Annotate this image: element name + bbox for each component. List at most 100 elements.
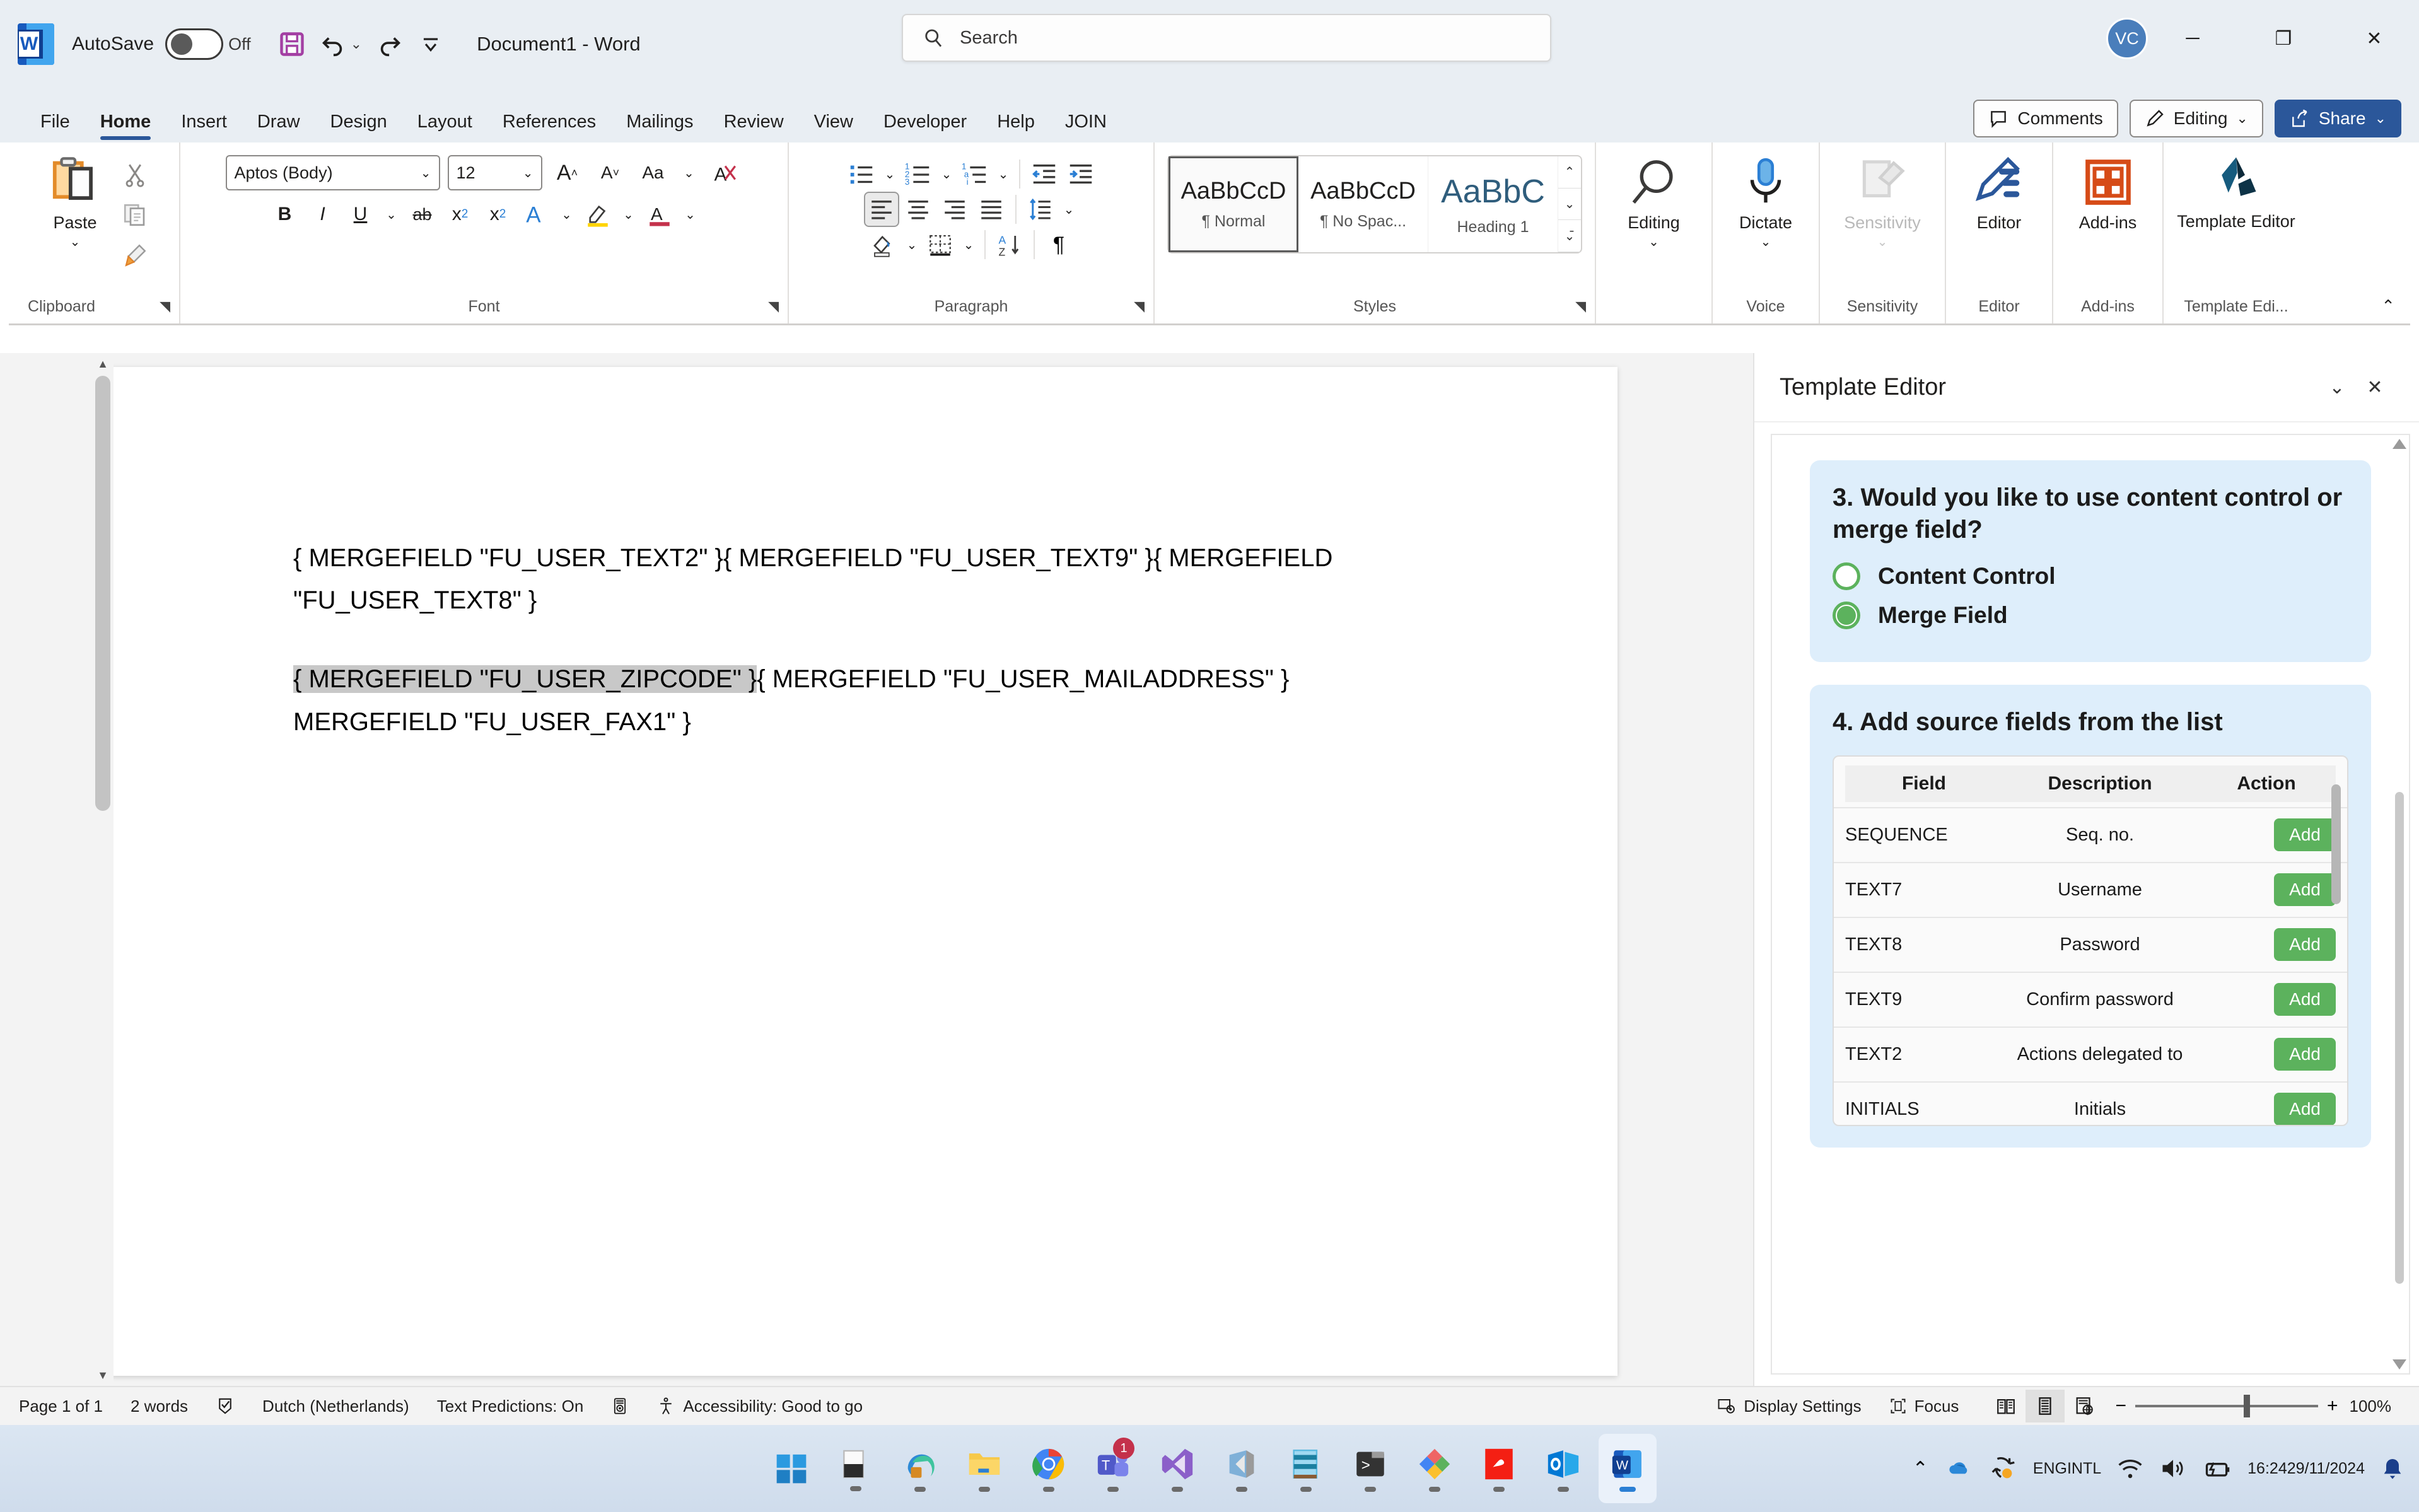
tab-insert[interactable]: Insert [166, 112, 242, 142]
add-field-button[interactable]: Add [2274, 818, 2336, 852]
zoom-knob[interactable] [2243, 1395, 2250, 1417]
read-mode-button[interactable] [1986, 1390, 2026, 1422]
scrollbar-thumb[interactable] [95, 376, 110, 811]
proofing-icon[interactable] [216, 1396, 235, 1416]
display-settings-button[interactable]: Display Settings [1717, 1397, 1862, 1416]
clock[interactable]: 16:24 29/11/2024 [2247, 1458, 2365, 1479]
table-scrollbar[interactable] [2329, 771, 2342, 1116]
font-dialog-launcher-icon[interactable]: ◥ [768, 298, 779, 315]
pdf-reader-icon[interactable] [1470, 1434, 1528, 1503]
microsoft-outlook-icon[interactable] [1534, 1434, 1592, 1503]
bullets-icon[interactable] [844, 156, 879, 192]
undo-icon[interactable] [313, 25, 352, 64]
change-case-button[interactable]: Aa [636, 155, 671, 190]
tab-mailings[interactable]: Mailings [611, 112, 708, 142]
scroll-down-icon[interactable]: ▼ [92, 1364, 114, 1386]
windows-terminal-icon[interactable]: > [1341, 1434, 1399, 1503]
language-indicator[interactable]: ENG INTL [2033, 1460, 2101, 1478]
visual-studio-code-icon[interactable] [1213, 1434, 1271, 1503]
chevron-down-icon[interactable]: ⌄ [1761, 234, 1771, 250]
multilevel-list-icon[interactable]: 1ai [957, 156, 993, 192]
task-pane-scroll-up-icon[interactable] [2393, 439, 2406, 449]
styles-gallery-scrollbar[interactable]: ⌃ ⌄ ⌄̄ [1558, 156, 1581, 253]
chevron-down-icon[interactable]: ⌄ [556, 197, 578, 232]
table-scrollbar-thumb[interactable] [2331, 784, 2341, 904]
sort-icon[interactable]: AZ [992, 227, 1027, 262]
tab-help[interactable]: Help [982, 112, 1050, 142]
tab-design[interactable]: Design [315, 112, 402, 142]
editing-mode-button[interactable]: Editing ⌄ [2129, 100, 2263, 137]
print-layout-button[interactable] [2026, 1390, 2065, 1422]
zoom-level-label[interactable]: 100% [2350, 1397, 2392, 1416]
chevron-down-icon[interactable]: ⌄ [70, 234, 81, 250]
zoom-out-button[interactable]: − [2115, 1395, 2126, 1417]
dictate-button[interactable]: Dictate ⌄ [1725, 151, 1807, 250]
task-pane-scroll-down-icon[interactable] [2393, 1359, 2406, 1370]
page-number-status[interactable]: Page 1 of 1 [19, 1397, 103, 1416]
chevron-down-icon[interactable]: ⌄ [679, 155, 700, 190]
tab-view[interactable]: View [799, 112, 868, 142]
style-normal[interactable]: AaBbCcD ¶ Normal [1169, 156, 1298, 252]
font-name-combobox[interactable]: Aptos (Body) ⌄ [225, 155, 440, 190]
add-field-button[interactable]: Add [2274, 873, 2336, 907]
font-size-combobox[interactable]: 12 ⌄ [447, 155, 542, 190]
strikethrough-button[interactable]: ab [405, 197, 440, 232]
document-text[interactable]: { MERGEFIELD "FU_USER_TEXT2" }{ MERGEFIE… [110, 367, 1618, 743]
paragraph-dialog-launcher-icon[interactable]: ◥ [1134, 298, 1145, 315]
maximize-button[interactable]: ❐ [2249, 19, 2318, 58]
minimize-button[interactable]: ─ [2158, 19, 2227, 58]
avatar[interactable]: VC [2106, 18, 2148, 59]
focus-button[interactable]: Focus [1889, 1397, 1959, 1416]
editing-find-button[interactable]: Editing ⌄ [1613, 151, 1695, 250]
undo-dropdown-icon[interactable]: ⌄ [351, 36, 362, 52]
battery-icon[interactable] [2202, 1455, 2232, 1482]
tab-draw[interactable]: Draw [242, 112, 315, 142]
chevron-down-icon[interactable]: ⌄ [618, 197, 639, 232]
document-vertical-scrollbar[interactable]: ▲ ▼ [92, 353, 114, 1386]
visual-studio-icon[interactable] [1148, 1434, 1206, 1503]
styles-scroll-down-icon[interactable]: ⌄ [1558, 189, 1581, 221]
comments-button[interactable]: Comments [1973, 100, 2118, 137]
addins-button[interactable]: Add-ins [2067, 151, 2149, 233]
document-page[interactable]: { MERGEFIELD "FU_USER_TEXT2" }{ MERGEFIE… [110, 367, 1618, 1376]
wifi-icon[interactable] [2116, 1455, 2144, 1482]
format-painter-icon[interactable] [116, 237, 154, 274]
file-explorer-icon[interactable] [955, 1434, 1013, 1503]
add-field-button[interactable]: Add [2274, 983, 2336, 1016]
italic-button[interactable]: I [305, 197, 341, 232]
word-count-status[interactable]: 2 words [131, 1397, 188, 1416]
app-icon[interactable] [1406, 1434, 1464, 1503]
tab-references[interactable]: References [487, 112, 611, 142]
tab-review[interactable]: Review [709, 112, 799, 142]
chevron-down-icon[interactable]: ⌄ [381, 197, 402, 232]
clear-formatting-icon[interactable]: A [708, 155, 743, 190]
borders-icon[interactable] [923, 227, 958, 262]
microsoft-teams-icon[interactable]: T 1 [1084, 1434, 1142, 1503]
subscript-button[interactable]: x2 [443, 197, 478, 232]
styles-dialog-launcher-icon[interactable]: ◥ [1575, 298, 1586, 315]
customize-quick-access-toolbar-icon[interactable] [411, 25, 450, 64]
web-layout-button[interactable] [2065, 1390, 2104, 1422]
cut-icon[interactable] [116, 156, 154, 193]
line-spacing-icon[interactable] [1023, 192, 1058, 227]
zoom-slider[interactable]: − + [2115, 1395, 2338, 1417]
shrink-font-button[interactable]: A ˅ [593, 155, 628, 190]
font-color-icon[interactable]: A [642, 197, 677, 232]
share-button[interactable]: Share ⌄ [2274, 100, 2401, 137]
collapse-ribbon-icon[interactable]: ⌃ [2381, 296, 2395, 316]
style-no-spacing[interactable]: AaBbCcD ¶ No Spac... [1298, 156, 1428, 252]
clipboard-dialog-launcher-icon[interactable]: ◥ [160, 298, 170, 315]
volume-icon[interactable] [2159, 1455, 2187, 1482]
task-pane-scrollbar-thumb[interactable] [2395, 792, 2404, 1284]
chevron-down-icon[interactable]: ⌄ [937, 166, 956, 182]
chevron-down-icon[interactable]: ⌄ [1059, 202, 1078, 218]
task-pane-scrollbar[interactable] [2393, 439, 2406, 1370]
decrease-indent-icon[interactable] [1027, 156, 1062, 192]
paste-button[interactable]: Paste ⌄ [34, 151, 116, 250]
shading-icon[interactable] [866, 227, 901, 262]
styles-more-icon[interactable]: ⌄̄ [1558, 220, 1581, 253]
redo-icon[interactable] [371, 25, 410, 64]
microsoft-edge-icon[interactable] [891, 1434, 949, 1503]
radio-merge-field[interactable]: Merge Field [1833, 602, 2348, 630]
notepad-icon[interactable] [1277, 1434, 1335, 1503]
